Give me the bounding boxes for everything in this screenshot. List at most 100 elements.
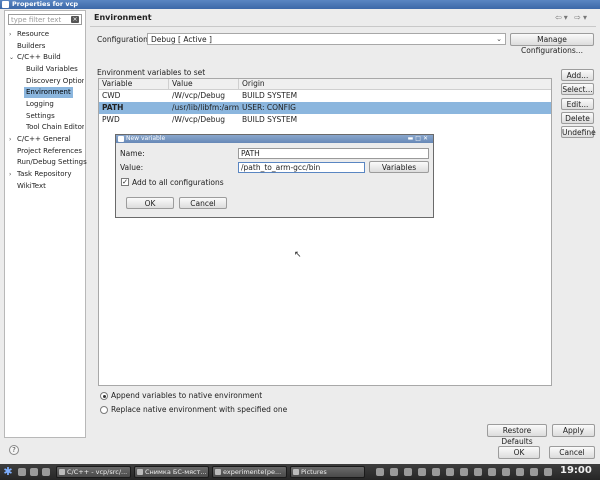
expand-arrow-icon[interactable]: › [9,169,11,180]
browser-icon[interactable] [42,468,50,476]
dialog-title: New variable [126,135,166,142]
expand-arrow-icon[interactable]: › [9,29,11,40]
tray-icon[interactable] [418,468,426,476]
tree-item-label: Builders [17,42,46,50]
add-all-checkbox[interactable]: ✓ [121,178,129,186]
task-browser[interactable]: Снимка БС-мяст... [134,466,209,478]
forward-arrow-icon[interactable]: ⇨▾ [574,13,589,22]
task-experiment[interactable]: experimente(pe... [212,466,287,478]
back-arrow-icon[interactable]: ⇦▾ [555,13,570,22]
task-eclipse[interactable]: C/C++ - vcp/src/... [56,466,131,478]
cell-origin: BUILD SYSTEM [242,115,298,124]
network-icon[interactable] [488,468,496,476]
tray-icon[interactable] [390,468,398,476]
volume-icon[interactable] [502,468,510,476]
tree-item-project-references[interactable]: Project References [17,146,82,157]
tree-item-build-variables[interactable]: Build Variables [26,64,78,75]
tray-icon[interactable] [446,468,454,476]
table-header: Variable Value Origin [99,79,551,90]
tree-item-label: Build Variables [26,65,78,73]
clear-filter-icon[interactable]: × [71,16,79,23]
page-title: Environment [94,13,152,22]
kde-menu-icon[interactable]: ✱ [2,465,14,479]
nav-history-icons[interactable]: ⇦▾ ⇨▾ [555,13,589,22]
tree-item-resource[interactable]: › Resource [9,29,50,40]
tray-icon[interactable] [432,468,440,476]
clock[interactable]: 19:00 [560,465,592,476]
cell-origin: BUILD SYSTEM [242,91,298,100]
app-icon [2,1,9,8]
undefine-button[interactable]: Undefine [561,126,596,138]
tree-item-logging[interactable]: Logging [26,99,54,110]
tree-item-environment[interactable]: Environment [24,87,73,98]
tree-item-cpp-general[interactable]: › C/C++ General [9,134,71,145]
files-icon[interactable] [30,468,38,476]
cell-value: /W/vcp/Debug [172,91,225,100]
cell-variable: PATH [102,103,124,112]
tray-icon[interactable] [460,468,468,476]
select-button[interactable]: Select... [561,83,594,95]
tree-item-label: Resource [17,30,50,38]
tree-item-cpp-build[interactable]: ⌄ C/C++ Build [9,52,61,63]
tray-icon[interactable] [404,468,412,476]
flag-icon[interactable] [474,468,482,476]
name-field[interactable]: PATH [238,148,429,159]
help-icon[interactable]: ? [9,445,19,455]
tree-item-builders[interactable]: Builders [17,41,45,52]
cancel-button[interactable]: Cancel [549,446,595,459]
task-pictures[interactable]: Pictures [290,466,365,478]
tree-item-settings[interactable]: Settings [26,111,55,122]
tree-item-label: Tool Chain Editor [26,123,84,131]
tree-item-tool-chain-editor[interactable]: Tool Chain Editor [26,122,84,133]
tree-item-label: Environment [26,88,71,96]
close-icon[interactable]: ✕ [423,135,430,142]
variables-button[interactable]: Variables [369,161,429,173]
env-variables-table[interactable]: Variable Value Origin CWD /W/vcp/Debug B… [98,78,552,386]
tree-item-label: Logging [26,100,54,108]
collapse-arrow-icon[interactable]: ⌄ [9,52,14,63]
value-label: Value: [120,163,144,172]
filter-input[interactable]: type filter text × [8,14,82,25]
battery-icon[interactable] [516,468,524,476]
tree-item-label: C/C++ Build [17,53,61,61]
column-header-value[interactable]: Value [169,79,239,89]
tree-item-discovery-options[interactable]: Discovery Options [26,76,84,87]
edit-button[interactable]: Edit... [561,98,594,110]
value-field[interactable]: /path_to_arm-gcc/bin [238,162,365,173]
tree-item-label: Run/Debug Settings [17,158,87,166]
table-row[interactable]: CWD /W/vcp/Debug BUILD SYSTEM [99,90,551,102]
column-header-origin[interactable]: Origin [239,79,551,89]
add-button[interactable]: Add... [561,69,594,81]
apply-button[interactable]: Apply [552,424,595,437]
radio-replace-label: Replace native environment with specifie… [111,405,288,414]
dialog-ok-button[interactable]: OK [126,197,174,209]
taskbar: C/C++ - vcp/src/... Снимка БС-мяст... ex… [0,464,600,480]
tree-item-wikitext[interactable]: WikiText [17,181,46,192]
configuration-select[interactable]: Debug [ Active ] ⌄ [147,33,506,45]
dialog-titlebar[interactable]: New variable ▬□✕ [116,135,433,143]
radio-append[interactable] [100,392,108,400]
table-row[interactable]: PWD /W/vcp/Debug BUILD SYSTEM [99,114,551,126]
column-header-variable[interactable]: Variable [99,79,169,89]
tree-item-label: Project References [17,147,83,155]
ok-button[interactable]: OK [498,446,540,459]
restore-defaults-button[interactable]: Restore Defaults [487,424,547,446]
expand-arrow-icon[interactable]: › [9,134,11,145]
tree-item-label: Task Repository [17,170,72,178]
maximize-icon[interactable]: □ [415,135,423,142]
desktop-icon[interactable] [18,468,26,476]
new-variable-dialog: New variable ▬□✕ Name: PATH Value: /path… [115,134,434,218]
mouse-cursor-icon: ↖ [294,250,302,260]
tray-icon[interactable] [530,468,538,476]
tree-item-task-repository[interactable]: › Task Repository [9,169,72,180]
dialog-cancel-button[interactable]: Cancel [179,197,227,209]
tray-icon[interactable] [544,468,552,476]
table-row-selected[interactable]: PATH /usr/lib/libfm:/arm/b USER: CONFIG [99,102,551,114]
tree-item-run-debug-settings[interactable]: Run/Debug Settings [17,157,87,168]
manage-configurations-button[interactable]: Manage Configurations... [510,33,594,55]
tray-icon[interactable] [376,468,384,476]
tree-item-label: Settings [26,112,55,120]
delete-button[interactable]: Delete [561,112,594,124]
radio-replace[interactable] [100,406,108,414]
window-controls[interactable]: ▬□✕ [408,135,430,143]
